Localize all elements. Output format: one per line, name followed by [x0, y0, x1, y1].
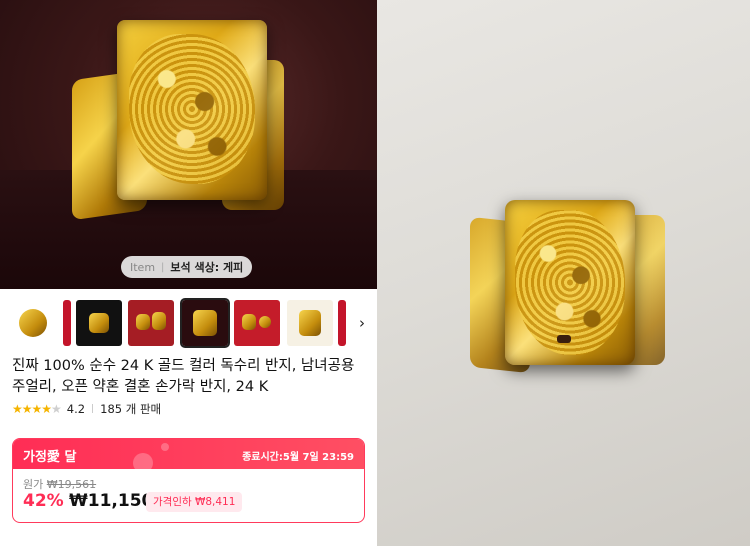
stars-filled: ★★★★ — [12, 402, 52, 416]
thumbnail-partial[interactable] — [338, 300, 346, 346]
chip-divider: | — [161, 261, 165, 273]
discount-percent: 42% — [23, 491, 64, 511]
original-price-label: 원가 — [23, 478, 44, 491]
deal-label: 가정愛 달 — [23, 450, 77, 465]
thumbnail[interactable] — [234, 300, 280, 346]
sold-count: 185 개 판매 — [100, 402, 162, 416]
product-panel: Item | 보석 색상: 게피 › 진짜 100% 순수 24 K 골드 컬러 — [0, 0, 377, 546]
decor-dot — [161, 443, 169, 451]
thumbnail[interactable] — [76, 300, 122, 346]
thumbnail[interactable] — [128, 300, 174, 346]
deal-end-time: 종료시간:5월 7일 23:59 — [242, 452, 354, 463]
thumbnail-strip: › — [10, 298, 377, 350]
chip-item-label: Item — [130, 260, 156, 274]
rating-value: 4.2 — [66, 402, 86, 416]
original-price-value: ₩19,561 — [46, 478, 97, 491]
deal-header: 가정愛 달 종료시간:5월 7일 23:59 — [13, 439, 364, 473]
thumbnail[interactable] — [287, 300, 333, 346]
thumbnail[interactable] — [10, 300, 56, 346]
chip-variant-label: 보석 색상: 게피 — [170, 261, 244, 274]
review-photo[interactable] — [377, 0, 750, 546]
rating-row[interactable]: ★★★★★ 4.2 | 185 개 판매 — [12, 401, 161, 417]
product-main-image[interactable]: Item | 보석 색상: 게피 — [0, 0, 377, 289]
sale-price: ₩11,150 — [69, 491, 154, 511]
deal-body: 원가 ₩19,561 42% ₩11,150 가격인하 ₩8,411 — [13, 469, 364, 522]
original-price: 원가 ₩19,561 — [23, 476, 96, 492]
variant-chip[interactable]: Item | 보석 색상: 게피 — [121, 256, 253, 278]
chevron-right-icon[interactable]: › — [352, 312, 372, 334]
thumbnail-divider — [63, 300, 71, 346]
gold-ring-image — [72, 20, 287, 221]
stars-empty: ★ — [51, 402, 62, 416]
gold-ring-photo — [470, 200, 665, 374]
ring-gem — [557, 335, 571, 343]
price-cut-badge: 가격인하 ₩8,411 — [146, 492, 243, 512]
product-title: 진짜 100% 순수 24 K 골드 컬러 독수리 반지, 남녀공용 주얼리, … — [12, 358, 355, 395]
deal-card[interactable]: 가정愛 달 종료시간:5월 7일 23:59 원가 ₩19,561 42% ₩1… — [12, 438, 365, 523]
thumbnail-selected[interactable] — [180, 298, 230, 348]
rating-divider: | — [91, 404, 95, 414]
star-rating-icon: ★★★★★ — [12, 402, 62, 416]
